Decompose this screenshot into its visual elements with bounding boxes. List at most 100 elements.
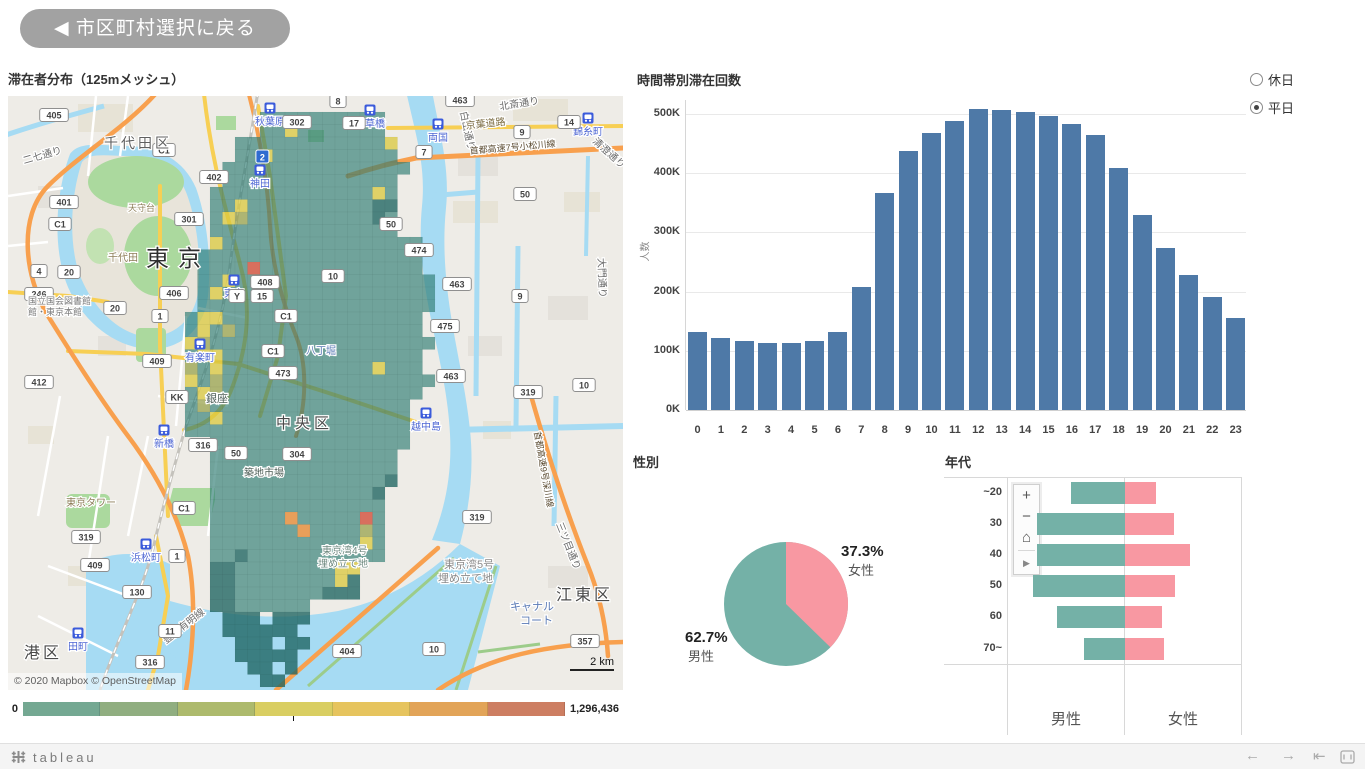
mesh-cell[interactable] bbox=[248, 137, 261, 150]
mesh-cell[interactable] bbox=[235, 612, 248, 625]
mesh-cell[interactable] bbox=[385, 300, 398, 313]
time-bar[interactable] bbox=[735, 341, 754, 410]
mesh-cell[interactable] bbox=[373, 262, 386, 275]
mesh-cell[interactable] bbox=[323, 187, 336, 200]
mesh-cell[interactable] bbox=[310, 587, 323, 600]
mesh-cell[interactable] bbox=[260, 425, 273, 438]
mesh-cell[interactable] bbox=[348, 287, 361, 300]
mesh-cell[interactable] bbox=[235, 500, 248, 513]
mesh-cell[interactable] bbox=[223, 525, 236, 538]
mesh-cell[interactable] bbox=[298, 362, 311, 375]
mesh-cell[interactable] bbox=[360, 262, 373, 275]
mesh-cell[interactable] bbox=[210, 500, 223, 513]
mesh-cell[interactable] bbox=[323, 225, 336, 238]
mesh-cell[interactable] bbox=[398, 425, 411, 438]
mesh-cell[interactable] bbox=[398, 412, 411, 425]
mesh-cell[interactable] bbox=[360, 350, 373, 363]
mesh-cell[interactable] bbox=[348, 462, 361, 475]
mesh-cell[interactable] bbox=[248, 400, 261, 413]
mesh-cell[interactable] bbox=[248, 650, 261, 663]
mesh-cell[interactable] bbox=[285, 550, 298, 563]
mesh-cell[interactable] bbox=[335, 500, 348, 513]
time-bar[interactable] bbox=[1062, 124, 1081, 410]
mesh-cell[interactable] bbox=[335, 437, 348, 450]
mesh-cell[interactable] bbox=[410, 300, 423, 313]
mesh-cell[interactable] bbox=[235, 325, 248, 338]
mesh-cell[interactable] bbox=[310, 225, 323, 238]
mesh-cell[interactable] bbox=[198, 412, 211, 425]
mesh-cell[interactable] bbox=[223, 187, 236, 200]
mesh-cell[interactable] bbox=[385, 350, 398, 363]
mesh-cell[interactable] bbox=[273, 537, 286, 550]
mesh-cell[interactable] bbox=[348, 212, 361, 225]
mesh-cell[interactable] bbox=[223, 362, 236, 375]
mesh-cell[interactable] bbox=[285, 562, 298, 575]
mesh-cell[interactable] bbox=[323, 150, 336, 163]
mesh-cell[interactable] bbox=[323, 587, 336, 600]
mesh-cell[interactable] bbox=[285, 662, 298, 675]
mesh-cell[interactable] bbox=[360, 212, 373, 225]
mesh-cell[interactable] bbox=[335, 150, 348, 163]
mesh-cell[interactable] bbox=[273, 150, 286, 163]
age-bar-female[interactable] bbox=[1125, 482, 1156, 504]
mesh-cell[interactable] bbox=[273, 525, 286, 538]
mesh-cell[interactable] bbox=[223, 562, 236, 575]
mesh-cell[interactable] bbox=[348, 475, 361, 488]
age-bar-male[interactable] bbox=[1071, 482, 1125, 504]
mesh-cell[interactable] bbox=[335, 450, 348, 463]
mesh-cell[interactable] bbox=[335, 312, 348, 325]
mesh-cell[interactable] bbox=[310, 437, 323, 450]
mesh-cell[interactable] bbox=[210, 225, 223, 238]
mesh-cell[interactable] bbox=[285, 637, 298, 650]
mesh-cell[interactable] bbox=[273, 237, 286, 250]
mesh-cell[interactable] bbox=[373, 550, 386, 563]
mesh-cell[interactable] bbox=[360, 375, 373, 388]
mesh-cell[interactable] bbox=[323, 362, 336, 375]
mesh-cell[interactable] bbox=[273, 262, 286, 275]
mesh-cell[interactable] bbox=[335, 325, 348, 338]
mesh-cell[interactable] bbox=[185, 312, 198, 325]
mesh-cell[interactable] bbox=[335, 475, 348, 488]
mesh-cell[interactable] bbox=[410, 312, 423, 325]
mesh-cell[interactable] bbox=[385, 400, 398, 413]
mesh-cell[interactable] bbox=[310, 250, 323, 263]
mesh-cell[interactable] bbox=[210, 337, 223, 350]
time-bar[interactable] bbox=[805, 341, 824, 410]
zoom-in-button[interactable]: + bbox=[1014, 485, 1039, 506]
mesh-cell[interactable] bbox=[298, 325, 311, 338]
mesh-cell[interactable] bbox=[273, 625, 286, 638]
mesh-cell[interactable] bbox=[310, 275, 323, 288]
mesh-cell[interactable] bbox=[260, 137, 273, 150]
mesh-cell[interactable] bbox=[235, 487, 248, 500]
mesh-cell[interactable] bbox=[235, 400, 248, 413]
mesh-cell[interactable] bbox=[335, 162, 348, 175]
mesh-cell[interactable] bbox=[285, 162, 298, 175]
mesh-cell[interactable] bbox=[348, 237, 361, 250]
mesh-cell[interactable] bbox=[385, 325, 398, 338]
mesh-cell[interactable] bbox=[385, 250, 398, 263]
mesh-cell[interactable] bbox=[260, 562, 273, 575]
mesh-cell[interactable] bbox=[373, 450, 386, 463]
mesh-cell[interactable] bbox=[410, 375, 423, 388]
mesh-cell[interactable] bbox=[223, 325, 236, 338]
mesh-cell[interactable] bbox=[248, 412, 261, 425]
mesh-cell[interactable] bbox=[373, 150, 386, 163]
mesh-cell[interactable] bbox=[423, 275, 436, 288]
mesh-cell[interactable] bbox=[198, 375, 211, 388]
mesh-cell[interactable] bbox=[248, 262, 261, 275]
mesh-cell[interactable] bbox=[273, 562, 286, 575]
mesh-cell[interactable] bbox=[373, 187, 386, 200]
mesh-cell[interactable] bbox=[248, 337, 261, 350]
time-bar[interactable] bbox=[758, 343, 777, 410]
mesh-cell[interactable] bbox=[373, 400, 386, 413]
mesh-cell[interactable] bbox=[248, 212, 261, 225]
mesh-cell[interactable] bbox=[323, 487, 336, 500]
mesh-cell[interactable] bbox=[248, 362, 261, 375]
mesh-cell[interactable] bbox=[323, 237, 336, 250]
mesh-cell[interactable] bbox=[298, 212, 311, 225]
mesh-cell[interactable] bbox=[348, 162, 361, 175]
mesh-cell[interactable] bbox=[348, 325, 361, 338]
mesh-cell[interactable] bbox=[285, 150, 298, 163]
mesh-cell[interactable] bbox=[360, 425, 373, 438]
mesh-cell[interactable] bbox=[298, 487, 311, 500]
